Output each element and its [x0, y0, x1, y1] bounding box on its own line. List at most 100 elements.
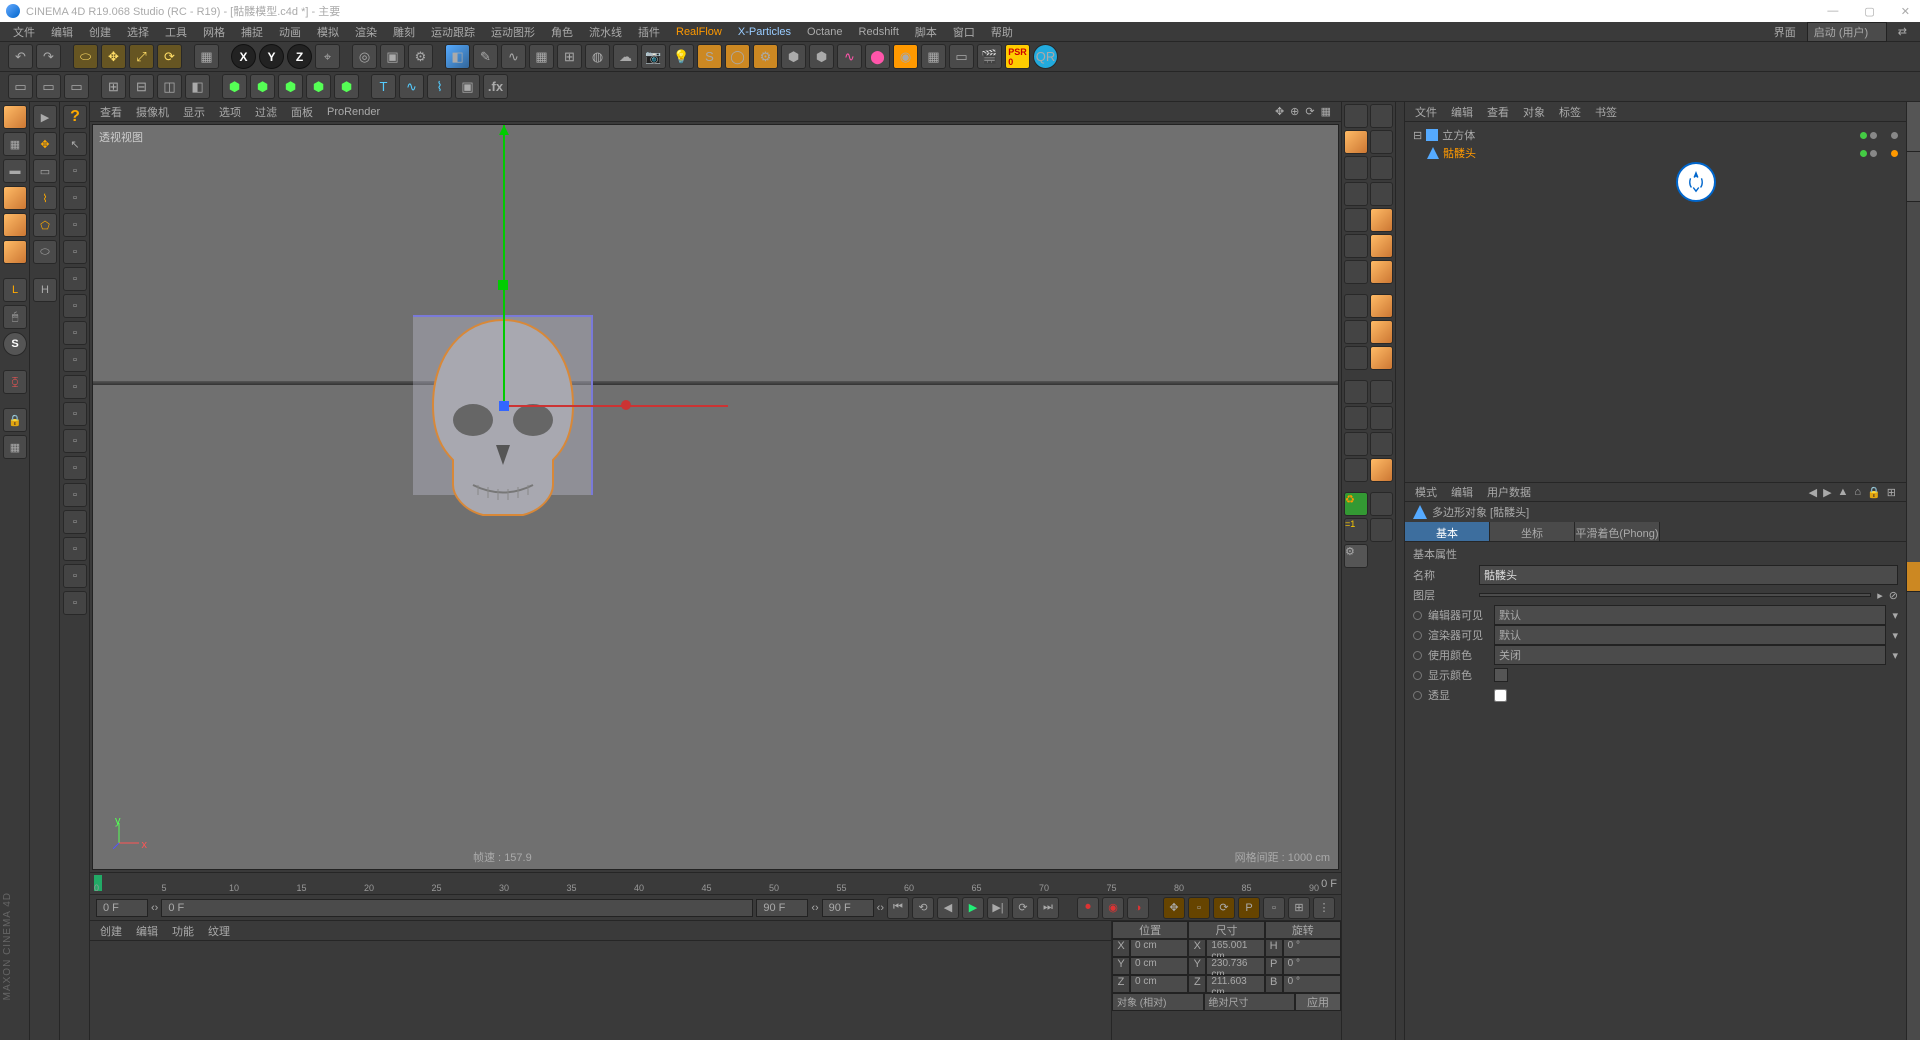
menu-script[interactable]: 脚本	[908, 22, 944, 42]
plugin-2[interactable]: ⬢	[809, 44, 834, 69]
xp-s-icon[interactable]: S	[697, 44, 722, 69]
goto-start-button[interactable]: ⏮	[887, 897, 909, 919]
prev-frame-button[interactable]: ◀	[937, 897, 959, 919]
menu-file[interactable]: 文件	[6, 22, 42, 42]
snap-13[interactable]: ▫	[63, 483, 87, 507]
rpal-16[interactable]	[1344, 320, 1368, 344]
menu-tools[interactable]: 工具	[158, 22, 194, 42]
key-dots-icon[interactable]: ⋮	[1313, 897, 1335, 919]
plugin-1[interactable]: ⬢	[781, 44, 806, 69]
attr-usecolor-select[interactable]: 关闭	[1494, 645, 1886, 665]
rpal-19[interactable]	[1370, 346, 1394, 370]
snap-7[interactable]: ▫	[63, 321, 87, 345]
keyopts-button[interactable]: ◑	[1127, 897, 1149, 919]
rpal-17[interactable]	[1370, 320, 1394, 344]
objtab-bookmarks[interactable]: 书签	[1595, 104, 1617, 120]
mo-fx[interactable]: .fx	[483, 74, 508, 99]
move-tool[interactable]: ✥	[101, 44, 126, 69]
menu-realflow[interactable]: RealFlow	[669, 24, 729, 40]
key-grid-icon[interactable]: ⊞	[1288, 897, 1310, 919]
current-frame-stepper[interactable]: ‹›	[811, 902, 818, 914]
menu-pipeline[interactable]: 流水线	[582, 22, 629, 42]
snap-15[interactable]: ▫	[63, 537, 87, 561]
key-bullet[interactable]	[1413, 691, 1422, 700]
attr-menu-icon[interactable]: ⊞	[1887, 486, 1896, 499]
axis-l-icon[interactable]: L	[3, 278, 27, 302]
dropdown-icon[interactable]: ▾	[1892, 609, 1898, 622]
primitive-spline[interactable]: ∿	[501, 44, 526, 69]
attr-xray-checkbox[interactable]	[1494, 689, 1507, 702]
range-end[interactable]: 90 F	[822, 899, 874, 917]
coord-mode-select[interactable]: 对象 (相对)	[1112, 993, 1204, 1011]
rpal-27[interactable]	[1370, 458, 1394, 482]
sel-filter-1[interactable]: ▭	[8, 74, 33, 99]
attrsub-basic[interactable]: 基本	[1405, 522, 1490, 541]
attrsub-phong[interactable]: 平滑着色(Phong)	[1575, 522, 1660, 541]
snap-2[interactable]: ▫	[63, 186, 87, 210]
objtab-edit[interactable]: 编辑	[1451, 104, 1473, 120]
attr-editvis-select[interactable]: 默认	[1494, 605, 1886, 625]
menu-tracker[interactable]: 运动跟踪	[424, 22, 482, 42]
mo-instance[interactable]: ◧	[185, 74, 210, 99]
menu-xparticles[interactable]: X-Particles	[731, 24, 798, 40]
snap-10[interactable]: ▫	[63, 402, 87, 426]
snap-4[interactable]: ▫	[63, 240, 87, 264]
snap-3[interactable]: ▫	[63, 213, 87, 237]
axis-x-handle[interactable]	[621, 400, 631, 410]
coord-system[interactable]: ⌖	[315, 44, 340, 69]
snap-16[interactable]: ▫	[63, 564, 87, 588]
pos-x[interactable]: 0 cm	[1130, 939, 1188, 957]
menu-create[interactable]: 创建	[82, 22, 118, 42]
render-view[interactable]: ◎	[352, 44, 377, 69]
plugin-dynamic[interactable]: ⬤	[865, 44, 890, 69]
close-button[interactable]: ✕	[1897, 5, 1914, 18]
attr-home-icon[interactable]: ⌂	[1854, 486, 1861, 499]
plugin-screen[interactable]: ▭	[949, 44, 974, 69]
axis-x-toggle[interactable]: X	[231, 44, 256, 69]
obj-item-cube[interactable]: ⊟ 立方体	[1413, 126, 1898, 144]
rpal-1[interactable]	[1344, 104, 1368, 128]
rpal-21[interactable]	[1370, 380, 1394, 404]
generator-array[interactable]: ⊞	[557, 44, 582, 69]
next-frame-button[interactable]: ▶|	[987, 897, 1009, 919]
viewport[interactable]: 透视视图	[92, 124, 1339, 870]
mo-fracture[interactable]: ◫	[157, 74, 182, 99]
mat-create[interactable]: 创建	[100, 923, 122, 939]
mo-spline[interactable]: ⌇	[427, 74, 452, 99]
vp-nav-layout-icon[interactable]: ▦	[1321, 105, 1331, 118]
menu-sculpt[interactable]: 雕刻	[386, 22, 422, 42]
brush-sel-icon[interactable]: ⬭	[33, 240, 57, 264]
rpal-22[interactable]	[1344, 406, 1368, 430]
key-rot-icon[interactable]: ⟳	[1213, 897, 1235, 919]
vp-prorender[interactable]: ProRender	[327, 106, 380, 118]
xp-gear-icon[interactable]: ⚙	[753, 44, 778, 69]
mo-text[interactable]: T	[371, 74, 396, 99]
rotate-tool[interactable]: ⟳	[157, 44, 182, 69]
plugin-clapper[interactable]: 🎬	[977, 44, 1002, 69]
axis-z-toggle[interactable]: Z	[287, 44, 312, 69]
attr-fwd-icon[interactable]: ▶	[1823, 486, 1831, 499]
poly-sel-icon[interactable]: ⬠	[33, 213, 57, 237]
snap-14[interactable]: ▫	[63, 510, 87, 534]
make-editable[interactable]: ▶	[33, 105, 57, 129]
record-button[interactable]: ⏺	[1077, 897, 1099, 919]
environment[interactable]: ☁	[613, 44, 638, 69]
attr-back-icon[interactable]: ◀	[1809, 486, 1817, 499]
mo-extrude[interactable]: ▣	[455, 74, 480, 99]
redo-button[interactable]: ↷	[36, 44, 61, 69]
deformer[interactable]: ◍	[585, 44, 610, 69]
menu-mograph[interactable]: 运动图形	[484, 22, 542, 42]
menu-window[interactable]: 窗口	[946, 22, 982, 42]
maximize-button[interactable]: ▢	[1860, 5, 1878, 18]
key-scale-icon[interactable]: ▫	[1188, 897, 1210, 919]
rpal-20[interactable]	[1344, 380, 1368, 404]
menu-help[interactable]: 帮助	[984, 22, 1020, 42]
plugin-octane[interactable]: ◉	[893, 44, 918, 69]
rpal-7[interactable]	[1370, 182, 1394, 206]
mo-cloner[interactable]: ⊞	[101, 74, 126, 99]
menu-select[interactable]: 选择	[120, 22, 156, 42]
key-bullet[interactable]	[1413, 651, 1422, 660]
vp-options[interactable]: 选项	[219, 104, 241, 120]
rpal-24[interactable]	[1344, 432, 1368, 456]
axis-y[interactable]	[503, 125, 505, 405]
